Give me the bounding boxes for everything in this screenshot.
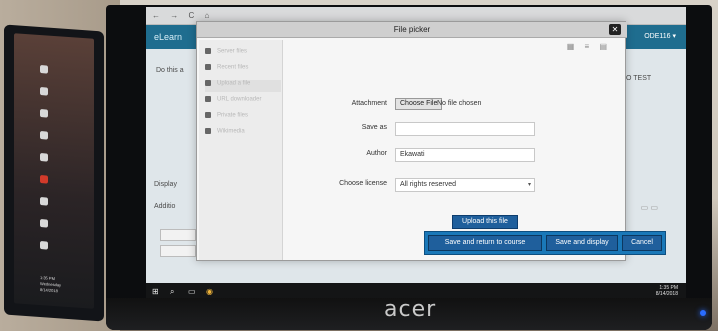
laptop-icon: [40, 87, 48, 96]
monitor-bezel: acer: [106, 297, 712, 330]
browser-nav-icons[interactable]: ← → C ⌂: [152, 11, 213, 20]
laptop-desktop-icons: [36, 65, 52, 264]
attachment-label: Attachment: [351, 100, 387, 107]
power-led: [700, 310, 706, 316]
repo-item-url-downloader[interactable]: URL downloader: [205, 96, 281, 108]
repo-item-private-files[interactable]: Private files: [205, 112, 281, 124]
repo-label: Wikimedia: [217, 128, 245, 135]
laptop-icon: [40, 175, 48, 184]
close-icon[interactable]: ✕: [609, 24, 621, 35]
monitor: ← → C ⌂ eLearn ODE116 ▾ Do this a Displa…: [106, 5, 712, 330]
laptop-icon: [40, 109, 48, 118]
author-input[interactable]: Ekawati: [395, 148, 535, 162]
clock-icon: [205, 64, 211, 70]
view-mode-icons[interactable]: ▦ ≡ ▤: [567, 42, 611, 51]
repo-label: Upload a file: [217, 80, 251, 87]
upload-icon: [205, 80, 211, 86]
save-and-display-button[interactable]: Save and display: [546, 235, 618, 251]
underlay-display-label: Display: [154, 181, 177, 188]
underlay-instructions: Do this a: [156, 67, 184, 74]
save-as-label: Save as: [361, 124, 387, 131]
save-as-input[interactable]: [395, 122, 535, 136]
underlay-additional-label: Additio: [154, 203, 176, 210]
site-name[interactable]: eLearn: [154, 32, 182, 42]
repo-item-server-files[interactable]: Server files: [205, 48, 281, 60]
laptop-icon: [40, 153, 48, 162]
laptop-icon: [40, 65, 48, 74]
user-icon: [205, 112, 211, 118]
globe-icon: [205, 128, 211, 134]
laptop-clock: 1:35 PM Wednesday 8/14/2018: [40, 275, 90, 296]
cancel-button[interactable]: Cancel: [622, 235, 662, 251]
no-file-text: No file chosen: [437, 100, 482, 107]
task-view-icon[interactable]: ▭: [188, 287, 196, 296]
repo-label: URL downloader: [217, 96, 262, 103]
license-select[interactable]: All rights reserved ▾: [395, 178, 535, 192]
monitor-screen: ← → C ⌂ eLearn ODE116 ▾ Do this a Displa…: [146, 7, 686, 299]
save-and-return-button[interactable]: Save and return to course: [428, 235, 542, 251]
underlay-input: [160, 229, 196, 241]
folder-icon: [205, 48, 211, 54]
underlay-editor-toolbar: ▭ ▭: [640, 203, 658, 212]
repo-item-wikimedia[interactable]: Wikimedia: [205, 128, 281, 140]
laptop-icon: [40, 197, 48, 206]
repo-label: Server files: [217, 48, 248, 55]
upload-file-button[interactable]: Upload this file: [452, 215, 518, 229]
underlay-input: [160, 245, 196, 257]
repo-item-recent-files[interactable]: Recent files: [205, 64, 281, 76]
license-label: Choose license: [339, 180, 387, 187]
laptop-icon: [40, 131, 48, 140]
dialog-title: File picker: [197, 22, 627, 38]
start-icon[interactable]: ⊞: [152, 287, 159, 296]
search-icon[interactable]: ⌕: [170, 287, 174, 297]
choose-file-button[interactable]: Choose File: [395, 98, 443, 110]
underlay-test-title: O TEST: [626, 75, 652, 82]
laptop: 1:35 PM Wednesday 8/14/2018: [4, 24, 104, 322]
laptop-screen: 1:35 PM Wednesday 8/14/2018: [14, 33, 94, 309]
user-menu[interactable]: ODE116 ▾: [644, 32, 676, 40]
repository-list: Server files Recent files Upload a file …: [199, 40, 283, 260]
monitor-brand-logo: acer: [384, 297, 437, 322]
repo-item-upload-file[interactable]: Upload a file: [205, 80, 281, 92]
laptop-icon: [40, 241, 48, 250]
repo-label: Private files: [217, 112, 249, 119]
browser-icon[interactable]: ◉: [206, 287, 213, 296]
license-value: All rights reserved: [400, 181, 457, 188]
author-label: Author: [366, 150, 387, 157]
taskbar-date: 8/14/2018: [655, 291, 678, 297]
chevron-down-icon: ▾: [527, 182, 531, 188]
file-picker-dialog: File picker ✕ ▦ ≡ ▤ Server files Recent …: [196, 21, 627, 261]
link-icon: [205, 96, 211, 102]
laptop-icon: [40, 219, 48, 228]
repo-label: Recent files: [217, 64, 249, 71]
taskbar-clock[interactable]: 1:35 PM 8/14/2018: [656, 285, 678, 297]
